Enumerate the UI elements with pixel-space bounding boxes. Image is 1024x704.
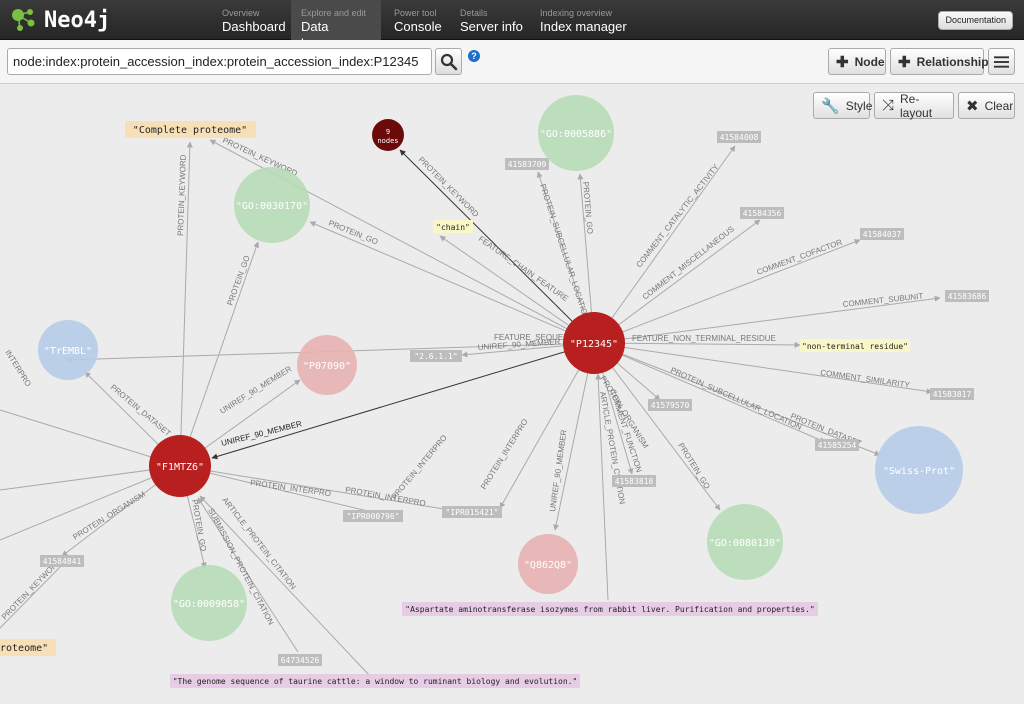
- badge-b4: 41584037: [863, 230, 902, 239]
- badge-b12: "IPR015421": [446, 508, 499, 517]
- nav-dashboard-subtitle: Overview: [222, 8, 260, 18]
- edge-label-comment-subunit: COMMENT_SUBUNIT: [842, 292, 924, 309]
- edge-p12345-f1mtz6: [211, 342, 595, 460]
- badge-b13: 41584841: [43, 557, 82, 566]
- nav-console-subtitle: Power tool: [394, 8, 437, 18]
- edge-label-protein-interpro-3: PROTEIN_INTERPRO: [250, 478, 332, 498]
- edge-label-protein-go-5: PROTEIN_GO: [190, 499, 208, 552]
- edge-label-feature-chain: FEATURE_CHAIN_FEATURE: [477, 234, 570, 303]
- nav-server-info-label: Server info: [460, 19, 523, 34]
- edge-label-uniref-2: UNIREF_90_MEMBER: [220, 419, 303, 448]
- plus-icon: ✚: [898, 53, 911, 71]
- add-node-label: Node: [854, 54, 885, 69]
- note-genome: "The genome sequence of taurine cattle: …: [173, 677, 578, 686]
- edge-label-protein-interpro-2: PROTEIN_INTERPRO: [390, 433, 449, 501]
- edge-label-protein-keyword: PROTEIN_KEYWORD: [417, 155, 481, 219]
- search-icon: [440, 53, 457, 70]
- documentation-button[interactable]: Documentation: [938, 11, 1013, 30]
- nav-data-browser-subtitle: Explore and edit: [301, 8, 367, 18]
- note-complete-proteome-cut: roteome": [0, 643, 48, 654]
- brand-name: Neo4j: [44, 7, 111, 33]
- badge-b8: 41579570: [651, 401, 690, 410]
- graph-visualization[interactable]: PROTEIN_KEYWORD PROTEIN_KEYWORD PROTEIN_…: [0, 84, 1024, 699]
- shuffle-icon: ⤨: [882, 97, 895, 114]
- nav-console-label: Console: [394, 19, 442, 34]
- edge-label-uniref-3: UNIREF_90_MEMBER: [548, 429, 568, 512]
- edge-label-uniref-4: UNIREF_90_MEMBER: [218, 364, 293, 416]
- edge-label-protein-interpro-4: PROTEIN_INTERPRO: [345, 485, 427, 508]
- node-trembl-label: "TrEMBL": [44, 346, 92, 357]
- edge-labels: PROTEIN_KEYWORD PROTEIN_KEYWORD PROTEIN_…: [0, 136, 924, 627]
- note-non-terminal: "non-terminal residue": [802, 342, 908, 351]
- edge-label-comment-cofactor: COMMENT_COFACTOR: [756, 238, 844, 277]
- wrench-icon: 🔧: [821, 97, 840, 115]
- nav-index-manager[interactable]: Indexing overview Index manager: [530, 0, 637, 40]
- node-collapsed-count: 9: [386, 128, 390, 136]
- badge-b2: 41584008: [720, 133, 759, 142]
- nav-index-manager-subtitle: Indexing overview: [540, 8, 613, 18]
- note-chain: "chain": [436, 223, 470, 232]
- edge-label-protein-keyword-3: PROTEIN_KEYWORD: [176, 154, 188, 236]
- badge-b9: 41583818: [615, 477, 654, 486]
- nav-console[interactable]: Power tool Console: [384, 0, 452, 40]
- badge-b1: 41583709: [508, 160, 547, 169]
- clear-label: Clear: [984, 98, 1014, 113]
- edge-label-feature-nonterm: FEATURE_NON_TERMINAL_RESIDUE: [632, 334, 776, 343]
- add-relationship-button[interactable]: ✚ Relationship: [890, 48, 989, 75]
- node-go30170-label: "GO:0030170": [236, 201, 308, 212]
- help-icon[interactable]: ?: [468, 50, 480, 62]
- clear-button[interactable]: ✖ Clear: [958, 92, 1015, 119]
- relayout-button[interactable]: ⤨ Re-layout: [874, 91, 954, 120]
- list-menu-icon: [994, 55, 1009, 68]
- style-label: Style: [845, 98, 873, 113]
- brand[interactable]: Neo4j: [10, 4, 110, 36]
- badge-b11: "IPR000796": [347, 512, 400, 521]
- nav-data-browser[interactable]: Explore and edit Data browser: [291, 0, 381, 51]
- plus-icon: ✚: [836, 53, 849, 71]
- search-button[interactable]: [435, 48, 462, 75]
- edge-label-comment-similarity: COMMENT_SIMILARITY: [820, 368, 911, 390]
- node-p12345-label: "P12345": [570, 339, 618, 350]
- edge-label-interpro-offscreen: INTERPRO: [3, 348, 33, 388]
- note-aspartate: "Aspartate aminotransferase isozymes fro…: [405, 605, 814, 614]
- nav-dashboard-label: Dashboard: [222, 19, 286, 34]
- node-go5886-label: "GO:0005886": [540, 129, 612, 140]
- edge-label-protein-dataset-2: PROTEIN_DATASET: [109, 383, 173, 439]
- edge-label-protein-organism-2: PROTEIN_ORGANISM: [71, 490, 147, 542]
- node-collapsed-label: nodes: [377, 137, 398, 145]
- edge-label-protein-go-3: PROTEIN_GO: [676, 441, 711, 490]
- close-icon: ✖: [966, 97, 979, 115]
- top-navigation-bar: Neo4j Overview Dashboard Explore and edi…: [0, 0, 1024, 51]
- badge-b5: 41583686: [948, 292, 987, 301]
- badge-b3: 41584356: [743, 209, 782, 218]
- node-f1mtz6-label: "F1MTZ6": [156, 462, 204, 473]
- node-go9058-label: "GO:0009058": [173, 599, 245, 610]
- neo4j-logo-icon: [12, 9, 35, 31]
- menu-button[interactable]: [988, 48, 1015, 75]
- badge-b10: "2.6.1.1": [414, 352, 457, 361]
- relayout-label: Re-layout: [900, 91, 933, 120]
- graph-canvas[interactable]: PROTEIN_KEYWORD PROTEIN_KEYWORD PROTEIN_…: [0, 84, 1024, 699]
- badge-b7: 41585254: [818, 441, 857, 450]
- edge-label-protein-subcellular-2: PROTEIN_SUBCELLULAR_LOCATION: [669, 366, 803, 432]
- node-go80130-label: "GO:0080130": [709, 538, 781, 549]
- style-button[interactable]: 🔧 Style: [813, 92, 873, 119]
- add-relationship-label: Relationship: [916, 54, 989, 69]
- edge-badge-b13-offscreen: [0, 564, 63, 629]
- badge-b6: 41583817: [933, 390, 972, 399]
- edge-label-protein-interpro: PROTEIN_INTERPRO: [479, 417, 530, 491]
- add-node-button[interactable]: ✚ Node: [828, 48, 886, 75]
- node-p07090-label: "P07090": [303, 361, 351, 372]
- note-complete-proteome: "Complete proteome": [133, 125, 247, 136]
- search-toolbar: ? ✚ Node ✚ Relationship: [0, 40, 1024, 84]
- nav-server-info[interactable]: Details Server info: [450, 0, 533, 40]
- nav-index-manager-label: Index manager: [540, 19, 627, 34]
- node-swissprot-label: "Swiss-Prot": [883, 466, 955, 477]
- search-input[interactable]: [7, 48, 432, 75]
- node-q86q8-label: "Q862Q8": [524, 560, 572, 571]
- edge-p12345-badge-b4: [593, 239, 861, 344]
- badge-b14: 64734526: [281, 656, 320, 665]
- nav-server-info-subtitle: Details: [460, 8, 488, 18]
- nav-dashboard[interactable]: Overview Dashboard: [212, 0, 296, 40]
